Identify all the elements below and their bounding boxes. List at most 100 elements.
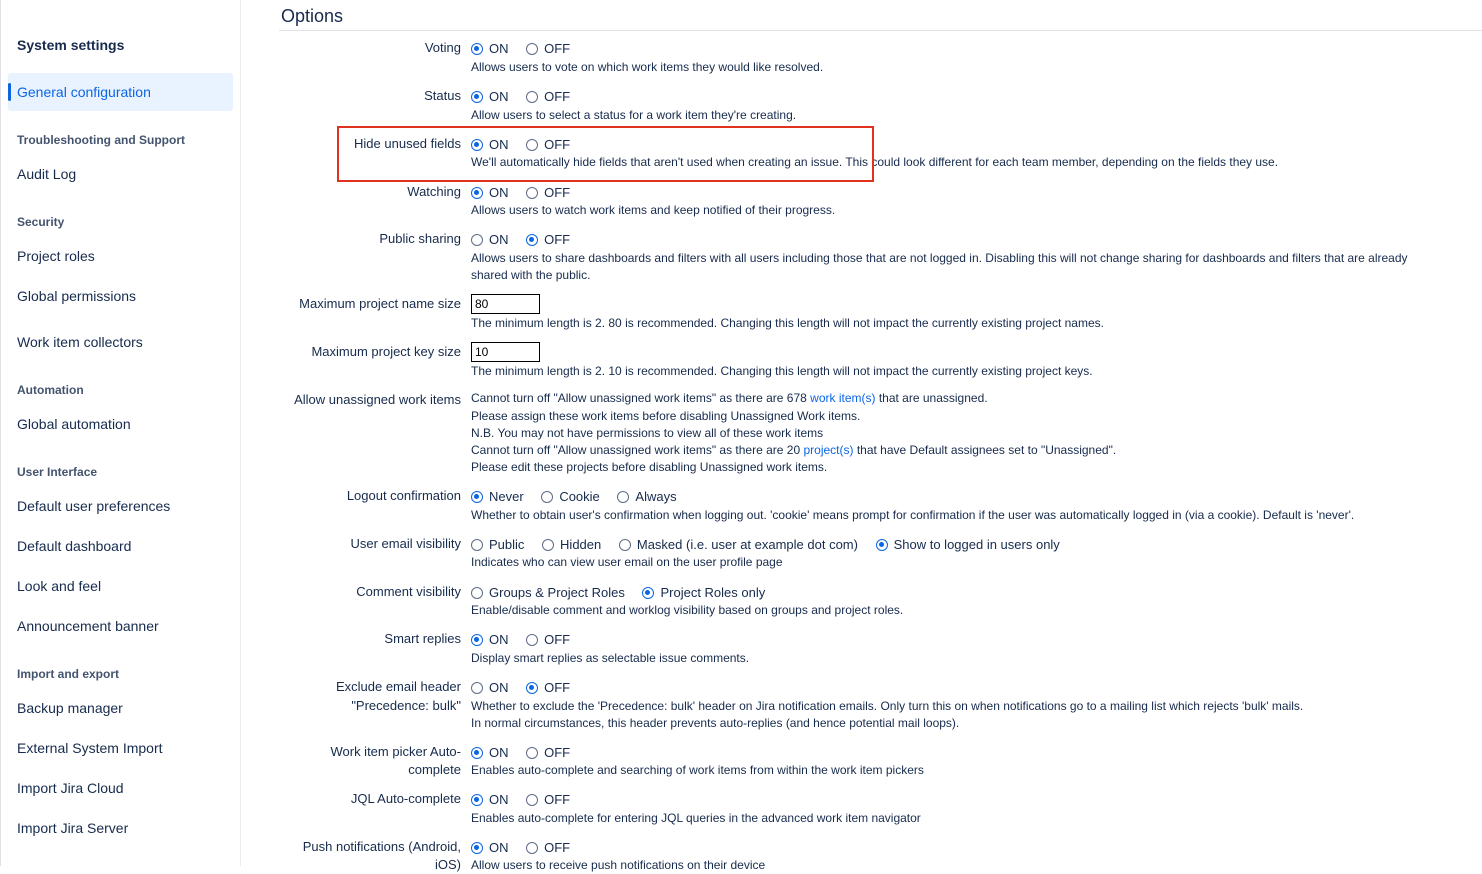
picker-description: Enables auto-complete and searching of w… bbox=[471, 763, 924, 777]
jql-on-radio[interactable]: ON bbox=[471, 791, 509, 809]
smart-replies-description: Display smart replies as selectable issu… bbox=[471, 651, 750, 665]
picker-off-radio[interactable]: OFF bbox=[526, 744, 570, 762]
max-project-name-label: Maximum project name size bbox=[299, 296, 461, 311]
status-off-label: OFF bbox=[544, 89, 571, 104]
smart-replies-off-radio[interactable]: OFF bbox=[526, 631, 570, 649]
sidebar-item-global-permissions[interactable]: Global permissions bbox=[17, 288, 136, 304]
voting-on-radio[interactable]: ON bbox=[471, 40, 509, 58]
sidebar-item-default-dashboard[interactable]: Default dashboard bbox=[17, 538, 131, 554]
comment-visibility-description: Enable/disable comment and worklog visib… bbox=[471, 603, 904, 617]
status-label: Status bbox=[424, 88, 461, 103]
public-sharing-on-label: ON bbox=[489, 232, 509, 247]
push-off-radio[interactable]: OFF bbox=[526, 839, 570, 857]
exclude-header-description-2: In normal circumstances, this header pre… bbox=[471, 716, 960, 730]
sidebar-item-announcement-banner[interactable]: Announcement banner bbox=[17, 618, 159, 634]
voting-off-radio[interactable]: OFF bbox=[526, 40, 570, 58]
sidebar-item-global-automation[interactable]: Global automation bbox=[17, 416, 131, 432]
email-masked-label: Masked (i.e. user at example dot com) bbox=[636, 537, 858, 552]
picker-label-1: Work item picker Auto- bbox=[330, 744, 461, 759]
voting-off-label: OFF bbox=[544, 41, 571, 56]
push-radios: ON OFF bbox=[471, 839, 584, 859]
sidebar-item-general-configuration[interactable]: General configuration bbox=[17, 84, 151, 100]
radio-checked-icon bbox=[526, 682, 539, 694]
smart-replies-on-radio[interactable]: ON bbox=[471, 631, 509, 649]
comment-visibility-label: Comment visibility bbox=[356, 584, 461, 599]
watching-radios: ON OFF bbox=[471, 184, 584, 204]
logout-always-label: Always bbox=[635, 489, 677, 504]
public-sharing-label: Public sharing bbox=[379, 231, 461, 246]
public-sharing-description-1: Allows users to share dashboards and fil… bbox=[471, 251, 1408, 265]
exclude-header-off-label: OFF bbox=[544, 680, 571, 695]
status-on-radio[interactable]: ON bbox=[471, 88, 509, 106]
watching-off-radio[interactable]: OFF bbox=[526, 184, 570, 202]
jql-on-label: ON bbox=[489, 792, 509, 807]
comment-roles-radio[interactable]: Project Roles only bbox=[642, 584, 765, 602]
logout-always-radio[interactable]: Always bbox=[617, 488, 677, 506]
email-visibility-radios: Public Hidden Masked (i.e. user at examp… bbox=[471, 536, 1074, 556]
watching-off-label: OFF bbox=[544, 185, 571, 200]
unassigned-line-4: Cannot turn off "Allow unassigned work i… bbox=[471, 442, 1116, 459]
jql-label: JQL Auto-complete bbox=[350, 791, 461, 806]
status-off-radio[interactable]: OFF bbox=[526, 88, 570, 106]
max-project-key-input[interactable] bbox=[471, 342, 540, 362]
smart-replies-on-label: ON bbox=[489, 632, 509, 647]
public-sharing-off-radio[interactable]: OFF bbox=[526, 231, 570, 249]
radio-checked-icon bbox=[471, 491, 483, 503]
sidebar-item-project-roles[interactable]: Project roles bbox=[17, 248, 95, 264]
sidebar-heading-automation: Automation bbox=[17, 383, 84, 397]
radio-unchecked-icon bbox=[526, 794, 539, 806]
exclude-header-on-radio[interactable]: ON bbox=[471, 679, 509, 697]
radio-checked-icon bbox=[471, 187, 483, 199]
radio-checked-icon bbox=[471, 842, 483, 854]
radio-unchecked-icon bbox=[526, 842, 539, 854]
comment-groups-radio[interactable]: Groups & Project Roles bbox=[471, 584, 625, 602]
unassigned-work-items-link[interactable]: work item(s) bbox=[810, 391, 875, 405]
email-hidden-radio[interactable]: Hidden bbox=[542, 536, 601, 554]
unassigned-line-2: Please assign these work items before di… bbox=[471, 409, 861, 423]
unassigned-line-3: N.B. You may not have permissions to vie… bbox=[471, 426, 824, 440]
logout-cookie-radio[interactable]: Cookie bbox=[541, 488, 600, 506]
radio-checked-icon bbox=[471, 91, 483, 103]
watching-label: Watching bbox=[407, 184, 461, 199]
email-logged-in-radio[interactable]: Show to logged in users only bbox=[875, 536, 1060, 554]
exclude-header-off-radio[interactable]: OFF bbox=[526, 679, 570, 697]
sidebar-title: System settings bbox=[17, 37, 125, 53]
jql-off-radio[interactable]: OFF bbox=[526, 791, 570, 809]
voting-radios: ON OFF bbox=[471, 40, 584, 60]
logout-cookie-label: Cookie bbox=[559, 489, 600, 504]
exclude-header-radios: ON OFF bbox=[471, 679, 584, 699]
radio-unchecked-icon bbox=[526, 91, 539, 103]
sidebar-item-audit-log[interactable]: Audit Log bbox=[17, 166, 76, 182]
jql-off-label: OFF bbox=[544, 792, 571, 807]
max-project-key-description: The minimum length is 2. 10 is recommend… bbox=[471, 364, 1093, 378]
sidebar-item-import-jira-server[interactable]: Import Jira Server bbox=[17, 820, 128, 836]
comment-visibility-radios: Groups & Project Roles Project Roles onl… bbox=[471, 584, 779, 604]
watching-description: Allows users to watch work items and kee… bbox=[471, 203, 836, 217]
comment-groups-label: Groups & Project Roles bbox=[489, 585, 625, 600]
exclude-header-label-1: Exclude email header bbox=[335, 679, 461, 694]
smart-replies-radios: ON OFF bbox=[471, 631, 584, 651]
sidebar-edge bbox=[0, 0, 1, 866]
picker-on-radio[interactable]: ON bbox=[471, 744, 509, 762]
push-on-radio[interactable]: ON bbox=[471, 839, 509, 857]
logout-description: Whether to obtain user's confirmation wh… bbox=[471, 508, 1355, 522]
sidebar-item-backup-manager[interactable]: Backup manager bbox=[17, 700, 123, 716]
public-sharing-on-radio[interactable]: ON bbox=[471, 231, 509, 249]
sidebar-item-work-item-collectors[interactable]: Work item collectors bbox=[17, 334, 143, 350]
sidebar-item-look-and-feel[interactable]: Look and feel bbox=[17, 578, 101, 594]
options-divider bbox=[279, 30, 1482, 31]
push-label-2: iOS) bbox=[435, 857, 461, 872]
sidebar-item-external-system-import[interactable]: External System Import bbox=[17, 740, 163, 756]
sidebar-item-import-jira-cloud[interactable]: Import Jira Cloud bbox=[17, 780, 124, 796]
email-masked-radio[interactable]: Masked (i.e. user at example dot com) bbox=[618, 536, 858, 554]
max-project-name-input[interactable] bbox=[471, 294, 540, 314]
logout-label: Logout confirmation bbox=[346, 488, 461, 503]
exclude-header-description-1: Whether to exclude the 'Precedence: bulk… bbox=[471, 699, 1304, 713]
exclude-header-on-label: ON bbox=[489, 680, 509, 695]
sidebar-item-default-user-preferences[interactable]: Default user preferences bbox=[17, 498, 170, 514]
unassigned-projects-link[interactable]: project(s) bbox=[803, 443, 853, 457]
watching-on-radio[interactable]: ON bbox=[471, 184, 509, 202]
logout-never-radio[interactable]: Never bbox=[471, 488, 524, 506]
highlight-box bbox=[337, 126, 874, 182]
email-public-radio[interactable]: Public bbox=[471, 536, 524, 554]
